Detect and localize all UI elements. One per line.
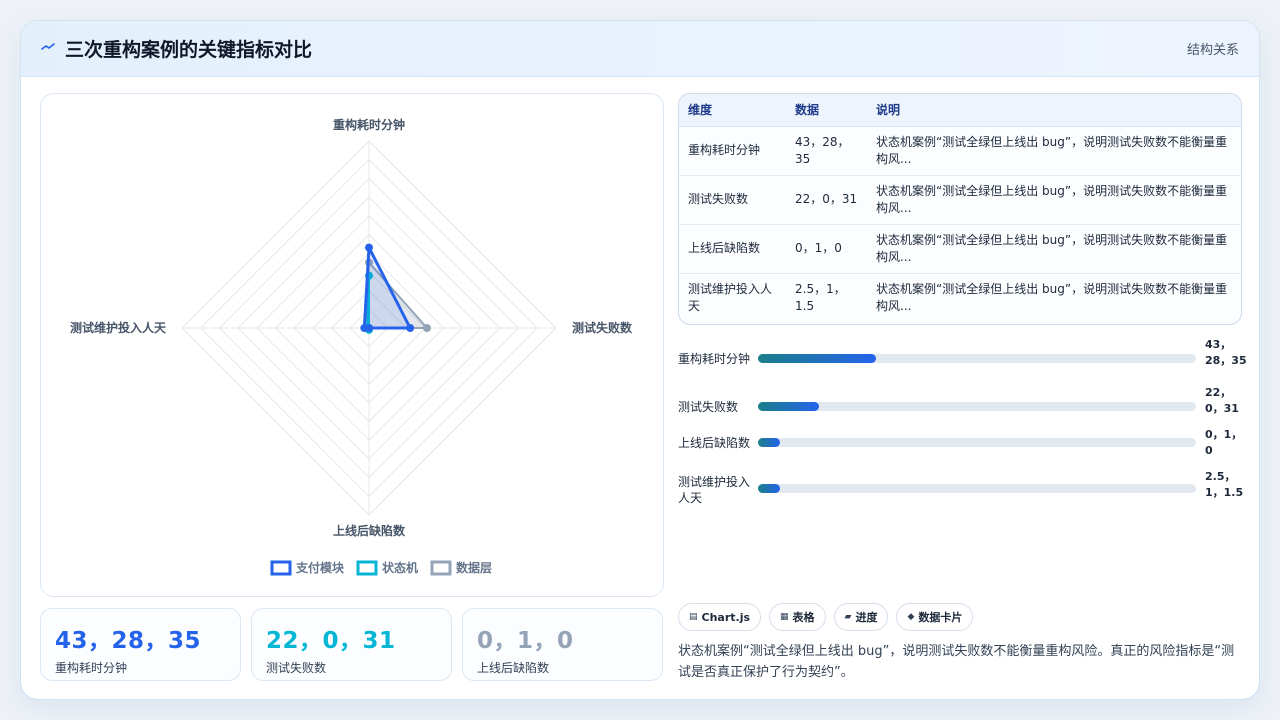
- progress-label: 上线后缺陷数: [678, 436, 751, 450]
- progress-value: 0，1，0: [1205, 428, 1243, 457]
- legend-label: 状态机: [382, 560, 418, 575]
- chart-icon: ▤: [689, 612, 698, 622]
- chip-data-card[interactable]: ◆ 数据卡片: [896, 603, 974, 631]
- radar-chart: 重构耗时分钟测试失败数上线后缺陷数 测试维护投入人天支付模块 状态机 数据层: [70, 117, 633, 576]
- summary-note: 状态机案例“测试全绿但上线出 bug”，说明测试失败数不能衡量重构风险。真正的风…: [678, 644, 1235, 680]
- progress-value: 22，0，31: [1205, 386, 1239, 415]
- table-row: 上线后缺陷数 0，1，0 状态机案例“测试全绿但上线出 bug”，说明测试失败数…: [679, 224, 1241, 274]
- progress-label: 重构耗时分钟: [678, 352, 751, 366]
- header: 三次重构案例的关键指标对比 结构关系: [21, 21, 1259, 77]
- data-table: 维度 数据 说明 重构耗时分钟 43，28，35 状态机案例“测试全绿但上线出 …: [678, 93, 1242, 325]
- progress-fill: [758, 402, 820, 411]
- progress-row: 测试维护投入人天 2.5，1，1.5: [678, 467, 1248, 513]
- table-cell: 状态机案例“测试全绿但上线出 bug”，说明测试失败数不能衡量重构风...: [867, 175, 1241, 225]
- tech-chips: ▤ Chart.js ▦ 表格 ▰ 进度 ◆ 数据卡片: [678, 603, 974, 631]
- table-cell: 状态机案例“测试全绿但上线出 bug”，说明测试失败数不能衡量重构风...: [876, 281, 1228, 313]
- stat-card: 0，1，0 上线后缺陷数: [462, 608, 663, 681]
- table-header-cell: 说明: [867, 94, 1241, 127]
- stat-card: 43，28，35 重构耗时分钟: [40, 608, 241, 681]
- stat-label: 测试失败数: [266, 661, 327, 675]
- radar-point: [406, 324, 415, 332]
- stat-value: 22，0，31: [266, 628, 396, 654]
- progress-track: [758, 402, 1196, 411]
- stat-label: 重构耗时分钟: [55, 661, 128, 675]
- table-row: 测试失败数 22，0，31 状态机案例“测试全绿但上线出 bug”，说明测试失败…: [679, 175, 1241, 225]
- progress-row: 上线后缺陷数 0，1，0: [678, 428, 1248, 467]
- radar-axis-label: 测试失败数: [572, 320, 633, 335]
- chip-label: 进度: [855, 611, 878, 624]
- progress-icon: ▰: [844, 612, 852, 622]
- chip-label: 表格: [792, 611, 815, 624]
- stat-label: 上线后缺陷数: [477, 661, 550, 675]
- chip-table[interactable]: ▦ 表格: [769, 603, 826, 631]
- table-cell: 状态机案例“测试全绿但上线出 bug”，说明测试失败数不能衡量重构风...: [867, 224, 1241, 274]
- table-cell: 测试维护投入人天: [688, 281, 773, 313]
- radar-axis-label: 上线后缺陷数: [333, 523, 406, 538]
- progress-label: 测试失败数: [678, 400, 739, 414]
- table-header-cell: 数据: [786, 94, 867, 127]
- legend-label: 数据层: [456, 560, 492, 575]
- stat-value: 43，28，35: [55, 628, 202, 654]
- chip-label: Chart.js: [701, 610, 751, 624]
- progress-label: 测试维护投入人天: [678, 475, 751, 505]
- radar-point: [360, 324, 369, 332]
- table-cell: 0，1，0: [786, 224, 867, 274]
- stat-value: 0，1，0: [477, 628, 574, 654]
- table-header-cell: 维度: [679, 94, 786, 127]
- chip-progress[interactable]: ▰ 进度: [833, 603, 889, 631]
- card-icon: ◆: [907, 612, 915, 622]
- table-cell: 状态机案例“测试全绿但上线出 bug”，说明测试失败数不能衡量重构风...: [867, 126, 1241, 176]
- table-cell: 43，28，35: [786, 126, 867, 176]
- page-title: 三次重构案例的关键指标对比: [65, 39, 313, 61]
- stat-card: 22，0，31 测试失败数: [251, 608, 452, 681]
- header-tag: 结构关系: [1186, 43, 1239, 58]
- progress-fill: [758, 438, 780, 447]
- progress-row: 测试失败数 22，0，31: [678, 385, 1248, 433]
- legend-swatch: [430, 560, 452, 576]
- table-header-row: 维度 数据 说明: [679, 94, 1241, 127]
- radar-axis-label: 重构耗时分钟: [333, 117, 405, 132]
- radar-point: [365, 243, 373, 252]
- radar-axis-label: 测试维护投入人天: [70, 320, 167, 335]
- legend-label: 支付模块: [295, 560, 345, 575]
- table-cell: 2.5，1，1.5: [795, 281, 846, 313]
- progress-value: 43，28，35: [1205, 338, 1247, 367]
- table-cell: 重构耗时分钟: [679, 126, 786, 176]
- table-row: 重构耗时分钟 43，28，35 状态机案例“测试全绿但上线出 bug”，说明测试…: [679, 126, 1241, 176]
- radar-panel: 重构耗时分钟测试失败数上线后缺陷数 测试维护投入人天支付模块 状态机 数据层: [40, 93, 664, 597]
- radar-point: [422, 324, 431, 332]
- progress-fill: [758, 354, 877, 363]
- trend-icon: [41, 41, 55, 56]
- progress-track: [758, 354, 1196, 363]
- main-card: 三次重构案例的关键指标对比 结构关系 重构耗时分钟 测试失败数 上线后缺陷数 测试维护…: [20, 20, 1260, 700]
- progress-fill: [758, 484, 780, 493]
- table-row: 测试维护投入人天 2.5，1，1.5 状态机案例“测试全绿但上线出 bug”，说…: [679, 273, 1241, 322]
- chip-label: 数据卡片: [918, 611, 963, 624]
- progress-value: 2.5，1，1.5: [1205, 470, 1244, 499]
- table-icon: ▦: [780, 612, 789, 622]
- progress-list: 重构耗时分钟 43，28，35 测试失败数 22，0，31 上线后缺陷数 0，1…: [678, 338, 1248, 513]
- table-cell: 22，0，31: [786, 175, 867, 225]
- progress-row: 重构耗时分钟 43，28，35: [678, 338, 1248, 385]
- progress-track: [758, 484, 1196, 493]
- legend-swatch: [356, 560, 378, 576]
- progress-track: [758, 438, 1196, 447]
- legend-swatch: [270, 560, 292, 576]
- table-cell: 上线后缺陷数: [679, 224, 786, 274]
- chip-chartjs[interactable]: ▤ Chart.js: [678, 603, 762, 631]
- table-cell: 测试失败数: [679, 175, 786, 225]
